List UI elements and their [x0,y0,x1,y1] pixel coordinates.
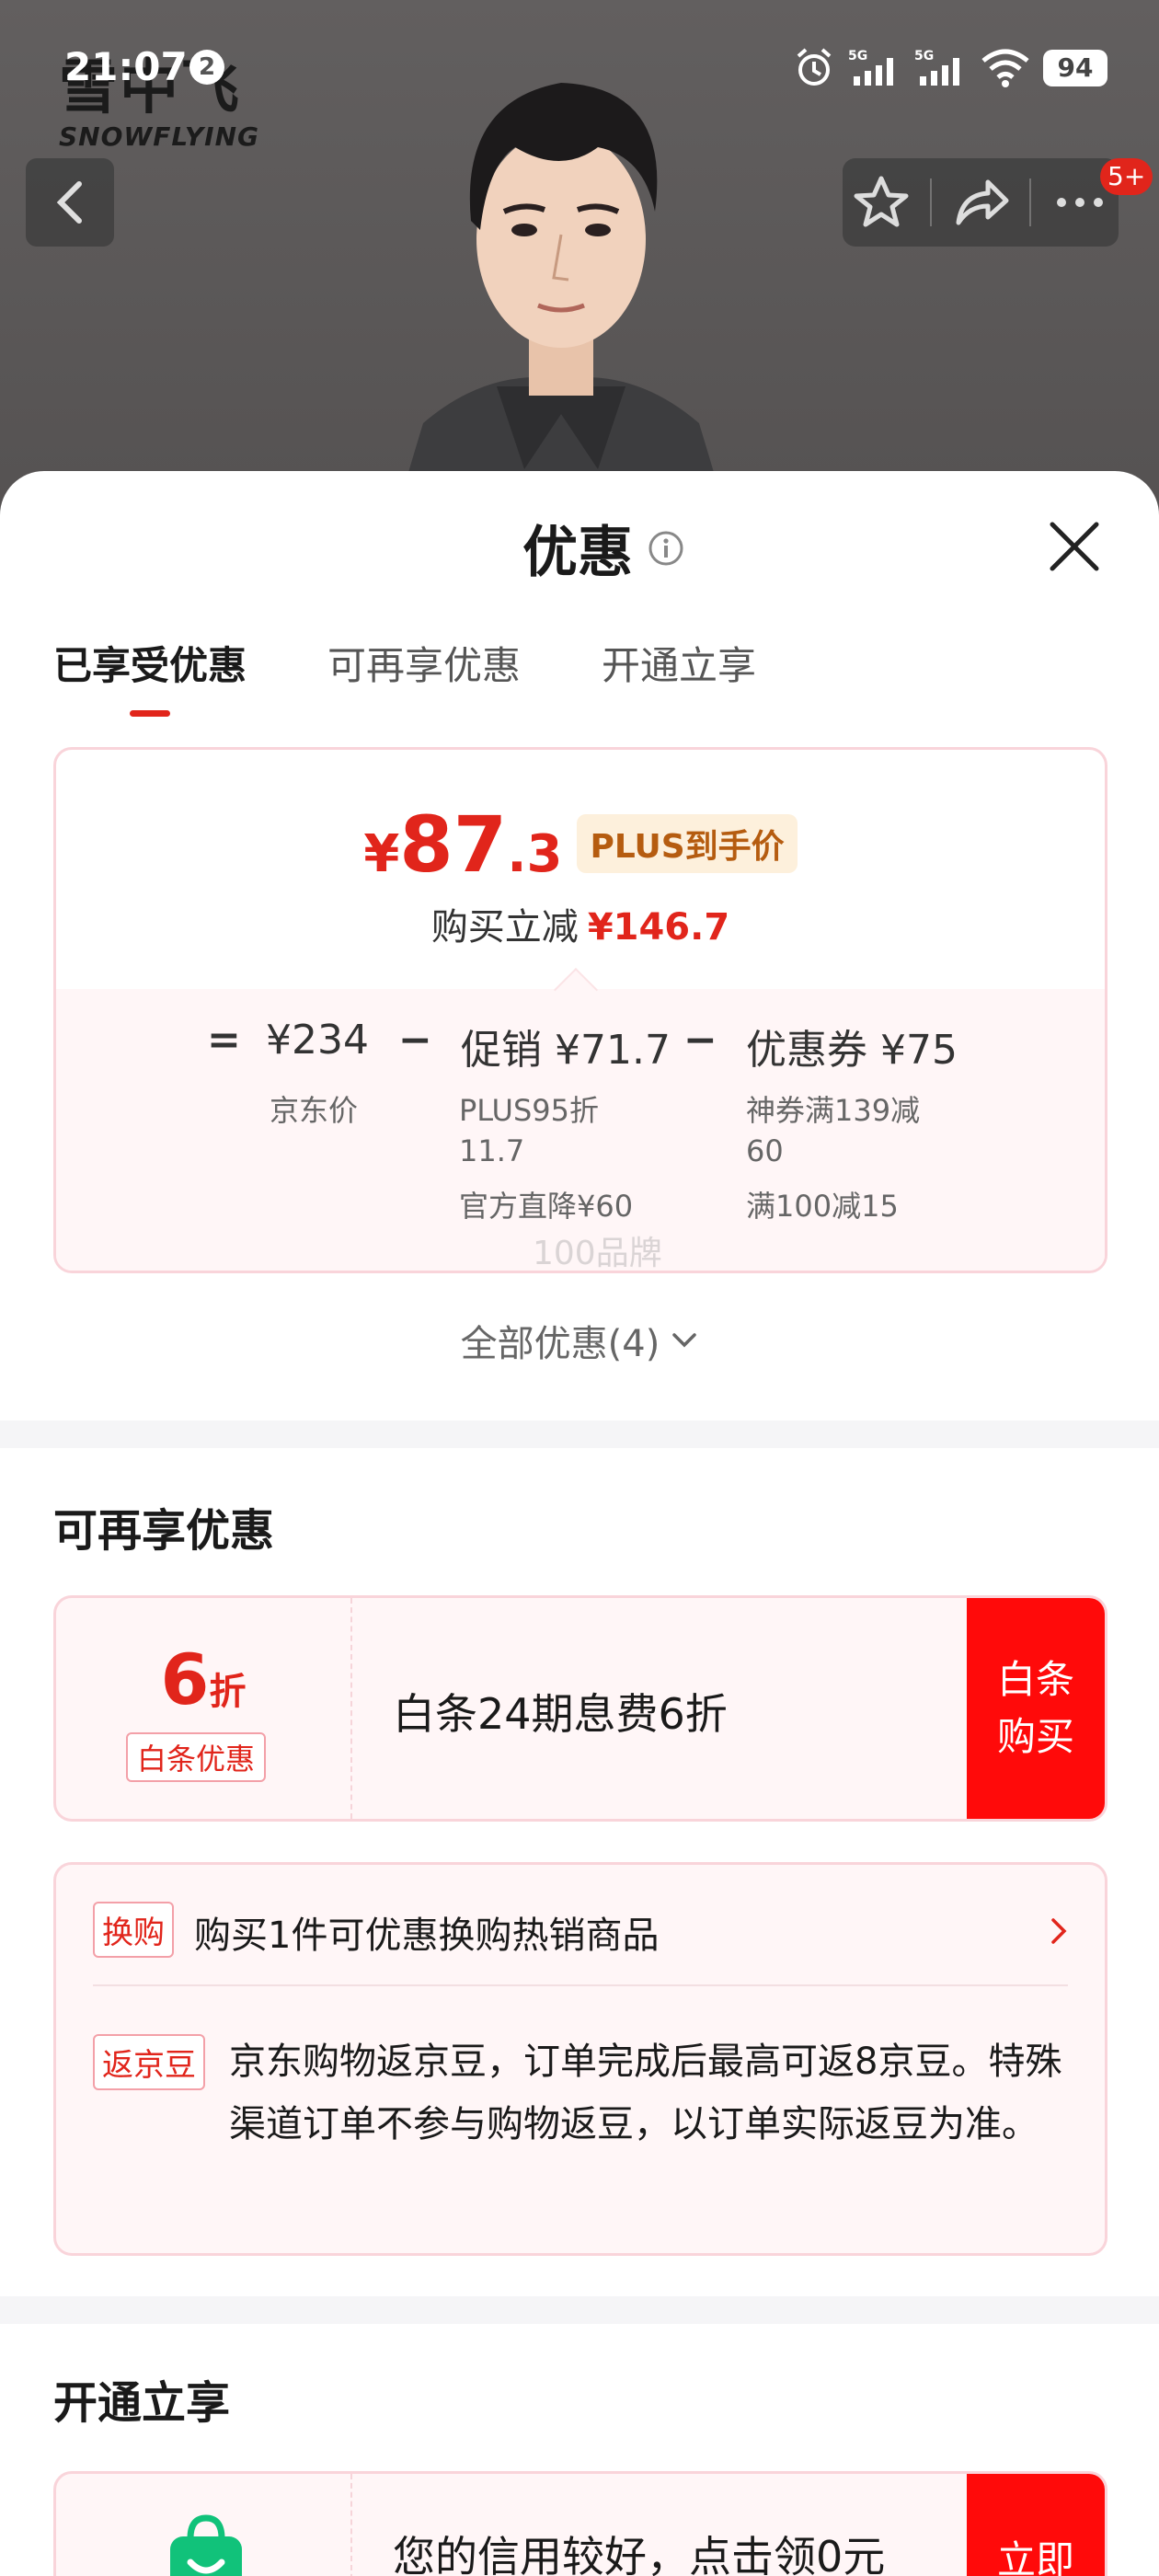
offers-sheet: 优惠 已享受优惠 可再享优惠 开通立享 ¥ 87 .3 PLUS到手价 购买立减… [0,471,1159,2576]
equals-sign: = [207,1017,241,1064]
all-offers-toggle[interactable]: 全部优惠(4) [0,1314,1159,1367]
jd-price: ¥234 [266,1017,369,1064]
chevron-left-icon [56,181,82,224]
svg-text:5G: 5G [914,49,934,63]
wifi-icon [981,49,1029,87]
product-model-photo [396,83,727,515]
open-enjoy-description: 您的信用较好，点击领0元 [393,2532,886,2576]
action-separator [1028,178,1031,226]
share-icon[interactable] [951,173,1010,232]
tab-more-available[interactable]: 可再享优惠 [327,635,521,717]
plus-price-tag: PLUS到手价 [577,814,798,873]
offer-tabs: 已享受优惠 可再享优惠 开通立享 [53,635,756,717]
tab-open-enjoy[interactable]: 开通立享 [602,635,756,717]
all-offers-label: 全部优惠(4) [460,1323,660,1365]
coupon-detail-1: 神券满139减 [746,1093,921,1128]
jd-beans-tag: 返京豆 [93,2034,205,2090]
final-price-decimal: .3 [507,824,563,884]
status-bar: 21:07 2 5G 5G 94 [0,37,1159,101]
minus-sign: − [398,1017,432,1064]
sheet-title: 优惠 [522,508,684,588]
baitiao-rate-number: 6 [160,1639,210,1720]
info-icon[interactable] [648,530,684,567]
battery-indicator: 94 [1043,50,1107,86]
chevron-down-icon [672,1333,697,1348]
minus-sign-2: − [683,1017,717,1064]
baitiao-buy-button[interactable]: 白条 购买 [967,1598,1105,1819]
section-title-open: 开通立享 [53,2377,231,2429]
brand-name-en: SNOWFLYING [59,121,260,152]
status-time: 21:07 [64,44,188,89]
back-button[interactable] [26,158,114,247]
section-divider [0,1420,1159,1448]
favorite-star-icon[interactable] [852,173,911,232]
section-divider-2 [0,2296,1159,2324]
extra-benefits-card: 换购 购买1件可优惠换购热销商品 返京豆 京东购物返京豆，订单完成后最高可返8京… [53,1862,1107,2256]
final-price: ¥ 87 .3 [363,803,562,886]
instant-reduction-line: 购买立减 ¥146.7 [56,897,1105,950]
notification-count-badge: 2 [189,50,224,85]
product-image-area: 雪中飞 SNOWFLYING 21:07 2 5G 5G 94 5+ [0,0,1159,515]
baitiao-rate: 6折 [56,1639,350,1720]
coupon-detail-2: 满100减15 [746,1189,899,1224]
baitiao-btn-line2: 购买 [996,1714,1074,1759]
baitiao-description: 白条24期息费6折 [393,1689,728,1739]
baitiao-offer-card: 6折 白条优惠 白条24期息费6折 白条 购买 [53,1595,1107,1822]
final-price-line: ¥ 87 .3 PLUS到手价 [56,803,1105,886]
reduction-amount: ¥146.7 [587,906,730,949]
faded-overlay-text: 100品牌 [533,1235,662,1272]
coupon-detail-1b: 60 [746,1133,784,1168]
promo-detail-1b: 11.7 [459,1133,525,1168]
baitiao-tag: 白条优惠 [126,1732,267,1782]
jd-price-label: 京东价 [270,1093,359,1128]
tab-enjoyed[interactable]: 已享受优惠 [53,635,247,717]
status-icons: 5G 5G 94 [793,42,1107,94]
open-now-button[interactable]: 立即 [967,2474,1105,2576]
signal-5g-icon-2: 5G [914,49,959,86]
promo-amount: 促销 ¥71.7 [461,1027,671,1074]
price-breakdown-card: ¥ 87 .3 PLUS到手价 购买立减 ¥146.7 = ¥234 − 促销 ¥… [53,747,1107,1273]
open-icon-block [56,2474,352,2576]
final-price-integer: 87 [399,799,508,890]
baitiao-btn-line1: 白条 [996,1657,1074,1702]
section-title-more: 可再享优惠 [53,1505,275,1557]
exchange-tag: 换购 [93,1902,174,1958]
price-formula: = ¥234 − 促销 ¥71.7 − 优惠券 ¥75 京东价 PLUS95折 … [56,989,1105,1272]
chevron-right-icon[interactable] [1050,1916,1068,1946]
top-action-bar [843,158,1119,247]
action-separator [930,178,933,226]
row-divider [93,1984,1068,1986]
reduction-label: 购买立减 [430,906,579,949]
jd-beans-text: 京东购物返京豆，订单完成后最高可返8京豆。特殊渠道订单不参与购物返豆，以订单实际… [229,2041,1062,2145]
baitiao-rate-unit: 折 [209,1671,247,1713]
svg-text:5G: 5G [848,49,867,63]
close-icon[interactable] [1045,517,1104,576]
price-summary: ¥ 87 .3 PLUS到手价 购买立减 ¥146.7 [56,750,1105,989]
baitiao-rate-block: 6折 白条优惠 [56,1598,352,1819]
promo-detail-2: 官方直降¥60 [459,1189,634,1224]
signal-5g-icon: 5G [848,49,893,86]
formula-row: = ¥234 − 促销 ¥71.7 − 优惠券 ¥75 [56,1017,1105,1081]
exchange-text[interactable]: 购买1件可优惠换购热销商品 [194,1905,659,1959]
more-badge: 5+ [1100,158,1153,195]
shopping-bag-icon [170,2514,242,2576]
alarm-icon [797,48,832,86]
promo-detail-1: PLUS95折 [459,1093,599,1128]
open-enjoy-card: 您的信用较好，点击领0元 立即 [53,2471,1107,2576]
currency-symbol: ¥ [363,824,400,884]
sheet-title-text: 优惠 [522,521,633,585]
coupon-amount: 优惠券 ¥75 [746,1027,958,1074]
